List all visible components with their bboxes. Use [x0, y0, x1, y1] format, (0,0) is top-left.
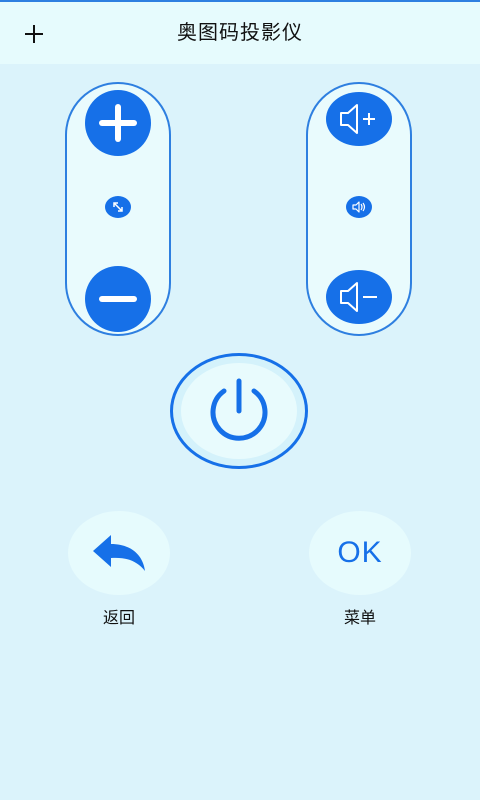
reply-arrow-icon [93, 535, 145, 571]
power-button[interactable] [170, 353, 308, 469]
volume-control-panel [306, 82, 412, 336]
speaker-minus-icon [340, 282, 377, 312]
zoom-control-panel [65, 82, 171, 336]
ok-text: OK [337, 536, 383, 569]
back-label: 返回 [102, 608, 135, 627]
ok-menu-button[interactable]: OK [309, 511, 411, 595]
top-bar: 奥图码投影仪 [0, 0, 480, 64]
plus-icon [99, 104, 137, 142]
expand-arrows-icon [113, 202, 123, 212]
speaker-icon [352, 201, 366, 213]
page-title: 奥图码投影仪 [177, 20, 303, 44]
volume-down-button[interactable] [326, 270, 392, 324]
back-button[interactable] [68, 511, 170, 595]
speaker-plus-icon [340, 104, 375, 134]
volume-indicator [346, 196, 372, 218]
power-button-face [181, 363, 297, 459]
volume-up-button[interactable] [326, 92, 392, 146]
zoom-indicator [105, 196, 131, 218]
minus-icon [99, 296, 137, 302]
power-icon [210, 378, 268, 441]
zoom-out-button[interactable] [85, 266, 151, 332]
menu-label: 菜单 [343, 608, 376, 627]
zoom-in-button[interactable] [85, 90, 151, 156]
